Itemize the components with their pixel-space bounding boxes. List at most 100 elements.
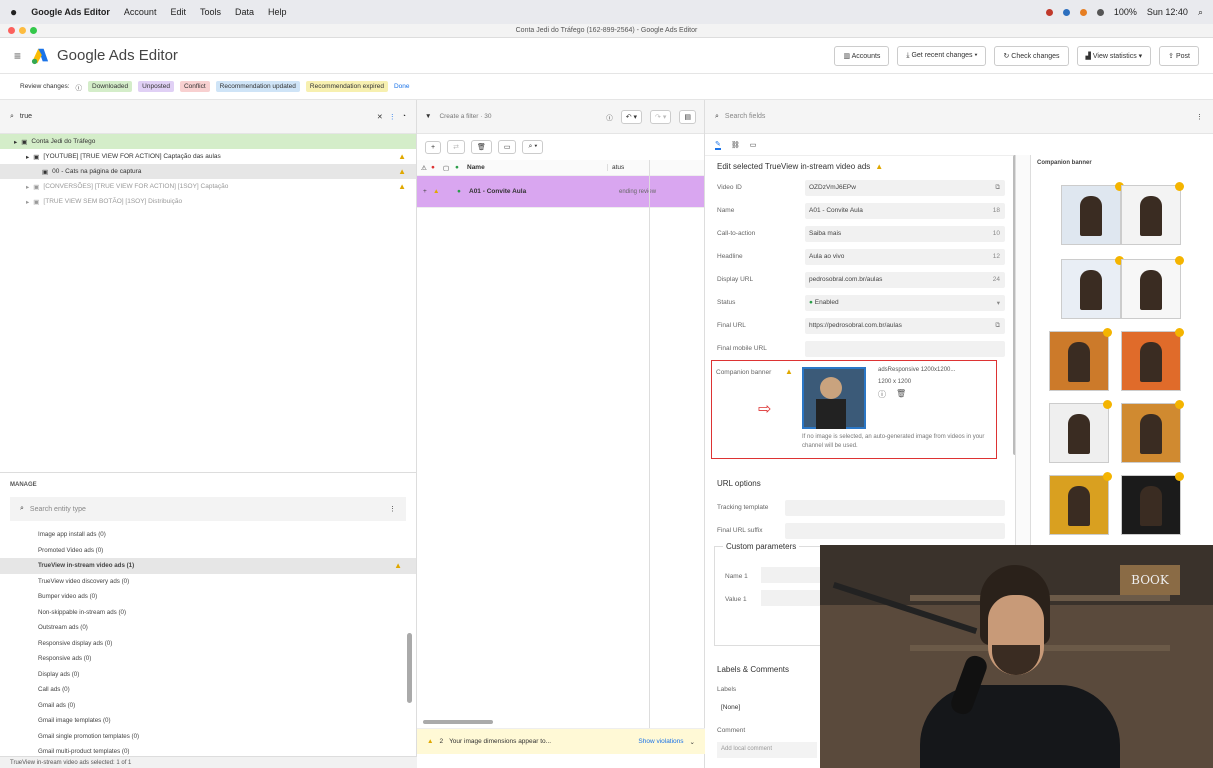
entity-type-search-input[interactable]: Search entity type	[30, 506, 383, 513]
entity-type-item[interactable]: Gmail ads (0)	[0, 698, 416, 714]
entity-type-item[interactable]: Bumper video ads (0)	[0, 589, 416, 605]
search-icon[interactable]: ⌕	[1198, 7, 1203, 18]
companion-thumbnail[interactable]	[1049, 472, 1112, 535]
entity-type-item[interactable]: Promoted Video ads (0)	[0, 543, 416, 559]
undo-button[interactable]: ↶ ▾	[620, 109, 643, 124]
field-input[interactable]: OZDzVmJ6EPw ⧉	[805, 179, 1005, 196]
chip-conflict[interactable]: Conflict	[179, 81, 210, 92]
menu-help[interactable]: Help	[268, 7, 287, 17]
final-url-suffix-input[interactable]	[785, 522, 1005, 539]
menu-account[interactable]: Account	[124, 7, 157, 17]
preview-button[interactable]: ▭	[497, 140, 517, 154]
get-recent-changes-button[interactable]: ⤓ Get recent changes ▾	[897, 45, 987, 66]
menu-edit[interactable]: Edit	[170, 7, 186, 17]
comment-input[interactable]: Add local comment	[717, 742, 817, 758]
more-vert-icon[interactable]: ⋮	[1196, 113, 1203, 121]
grid-hscrollbar[interactable]	[423, 720, 493, 724]
companion-thumbnail[interactable]	[1061, 256, 1124, 319]
replace-button[interactable]: ⇄	[447, 140, 465, 154]
zoom-button[interactable]: ⌕ ▾	[522, 140, 544, 154]
minimize-window-icon[interactable]	[19, 27, 26, 34]
companion-thumbnail[interactable]	[1049, 328, 1112, 391]
check-changes-button[interactable]: ↻ Check changes	[994, 45, 1069, 66]
companion-thumbnail[interactable]	[1121, 400, 1184, 463]
add-button[interactable]: +	[425, 140, 442, 154]
status-column-header[interactable]: atus	[607, 164, 624, 171]
companion-thumbnail[interactable]	[1121, 182, 1184, 245]
field-input[interactable]: ● Enabled ▾	[805, 294, 1005, 311]
create-filter-input[interactable]: Create a filter · 30	[439, 113, 598, 120]
delete-icon[interactable]: 🗑	[896, 389, 906, 398]
tree-item[interactable]: ▸ ▣ [CONVERSÕES] [TRUE VIEW FOR ACTION] [1…	[0, 179, 416, 194]
entity-type-item[interactable]: Call ads (0)	[0, 682, 416, 698]
chevron-down-icon[interactable]: ⌄	[690, 738, 695, 746]
tree-search-input[interactable]: true	[20, 113, 371, 120]
search-fields-input[interactable]: Search fields	[725, 113, 1190, 120]
apple-icon[interactable]: ●	[10, 5, 17, 19]
entity-type-item[interactable]: Image app install ads (0)	[0, 527, 416, 543]
companion-thumbnail[interactable]	[1061, 182, 1124, 245]
field-input[interactable]: Saiba mais 10	[805, 225, 1005, 242]
tree-item[interactable]: ▸ ▣ [TRUE VIEW SEM BOTÃO] [1SOY] Distribui…	[0, 194, 416, 209]
delete-button[interactable]: 🗑	[470, 140, 492, 154]
accounts-button[interactable]: ▥ Accounts	[834, 45, 890, 66]
chip-recommendation-updated[interactable]: Recommendation updated	[215, 81, 300, 92]
companion-thumbnail[interactable]	[1049, 400, 1112, 463]
more-vert-icon[interactable]: ⋮	[389, 113, 396, 121]
maximize-window-icon[interactable]	[30, 27, 37, 34]
entity-type-item[interactable]: Display ads (0)	[0, 667, 416, 683]
tracking-template-input[interactable]	[785, 499, 1005, 516]
status-icon[interactable]	[1079, 8, 1087, 16]
tree-item[interactable]: ▸ ▣ Conta Jedi do Tráfego	[0, 134, 416, 149]
edit-pencil-icon[interactable]: ✎	[715, 140, 721, 150]
help-icon[interactable]: ⓘ	[76, 82, 83, 92]
expand-icon[interactable]: ▸	[26, 153, 29, 161]
wifi-icon[interactable]	[1096, 8, 1104, 16]
chip-unposted[interactable]: Unposted	[138, 81, 174, 92]
chip-recommendation-expired[interactable]: Recommendation expired	[305, 81, 388, 92]
field-input[interactable]: A01 - Convite Aula 18	[805, 202, 1005, 219]
entity-type-item[interactable]: Gmail single promotion templates (0)	[0, 729, 416, 745]
field-input[interactable]	[805, 340, 1005, 357]
more-vert-icon[interactable]: ⋮	[389, 505, 396, 513]
companion-thumbnail[interactable]	[1121, 256, 1184, 319]
post-button[interactable]: ⇪ Post	[1159, 45, 1199, 66]
entity-type-item[interactable]: Gmail image templates (0)	[0, 713, 416, 729]
chip-downloaded[interactable]: Downloaded	[88, 81, 133, 92]
done-link[interactable]: Done	[394, 83, 410, 90]
field-input[interactable]: https://pedrosobral.com.br/aulas ⧉	[805, 317, 1005, 334]
entity-type-item[interactable]: TrueView in-stream video ads (1) ▲	[0, 558, 416, 574]
filter-icon[interactable]: ◔	[402, 113, 406, 120]
link-icon[interactable]: ⛓	[731, 141, 740, 149]
companion-thumbnail[interactable]	[1121, 472, 1184, 535]
show-violations-link[interactable]: Show violations	[638, 738, 683, 745]
field-input[interactable]: pedrosobral.com.br/aulas 24	[805, 271, 1005, 288]
entity-type-item[interactable]: Responsive ads (0)	[0, 651, 416, 667]
tree-item[interactable]: ▣ 00 - Cats na página de captura ▲	[0, 164, 416, 179]
filter-icon[interactable]: ▼	[425, 113, 431, 120]
redo-button[interactable]: ↷ ▾	[650, 109, 672, 124]
companion-thumbnail[interactable]	[1121, 328, 1184, 391]
comment-icon[interactable]: ▭	[750, 141, 757, 149]
companion-banner-thumbnail[interactable]	[802, 367, 866, 429]
name-column-header[interactable]: Name	[467, 164, 607, 171]
entity-type-item[interactable]: TrueView video discovery ads (0)	[0, 574, 416, 590]
value1-input[interactable]	[761, 590, 821, 606]
expand-icon[interactable]: ▸	[26, 198, 29, 206]
clear-icon[interactable]: ✕	[377, 113, 383, 121]
labels-value[interactable]: [None]	[721, 704, 740, 711]
name1-input[interactable]	[761, 567, 821, 583]
expand-icon[interactable]: ▸	[14, 138, 17, 146]
status-icon[interactable]	[1062, 8, 1070, 16]
expand-icon[interactable]: ▸	[26, 183, 29, 191]
tree-item[interactable]: ▸ ▣ [YOUTUBE] [TRUE VIEW FOR ACTION] Capta…	[0, 149, 416, 164]
table-row[interactable]: + ▲ ● A01 - Convite Aula ending review	[417, 176, 704, 208]
close-window-icon[interactable]	[8, 27, 15, 34]
entity-type-item[interactable]: Responsive display ads (0)	[0, 636, 416, 652]
help-icon[interactable]: ⓘ	[606, 112, 613, 122]
hamburger-menu-icon[interactable]: ≡	[14, 49, 21, 63]
menu-data[interactable]: Data	[235, 7, 254, 17]
menubar-app-name[interactable]: Google Ads Editor	[31, 7, 110, 17]
record-icon[interactable]	[1045, 8, 1053, 16]
view-statistics-button[interactable]: ▟ View statistics ▾	[1076, 45, 1152, 66]
